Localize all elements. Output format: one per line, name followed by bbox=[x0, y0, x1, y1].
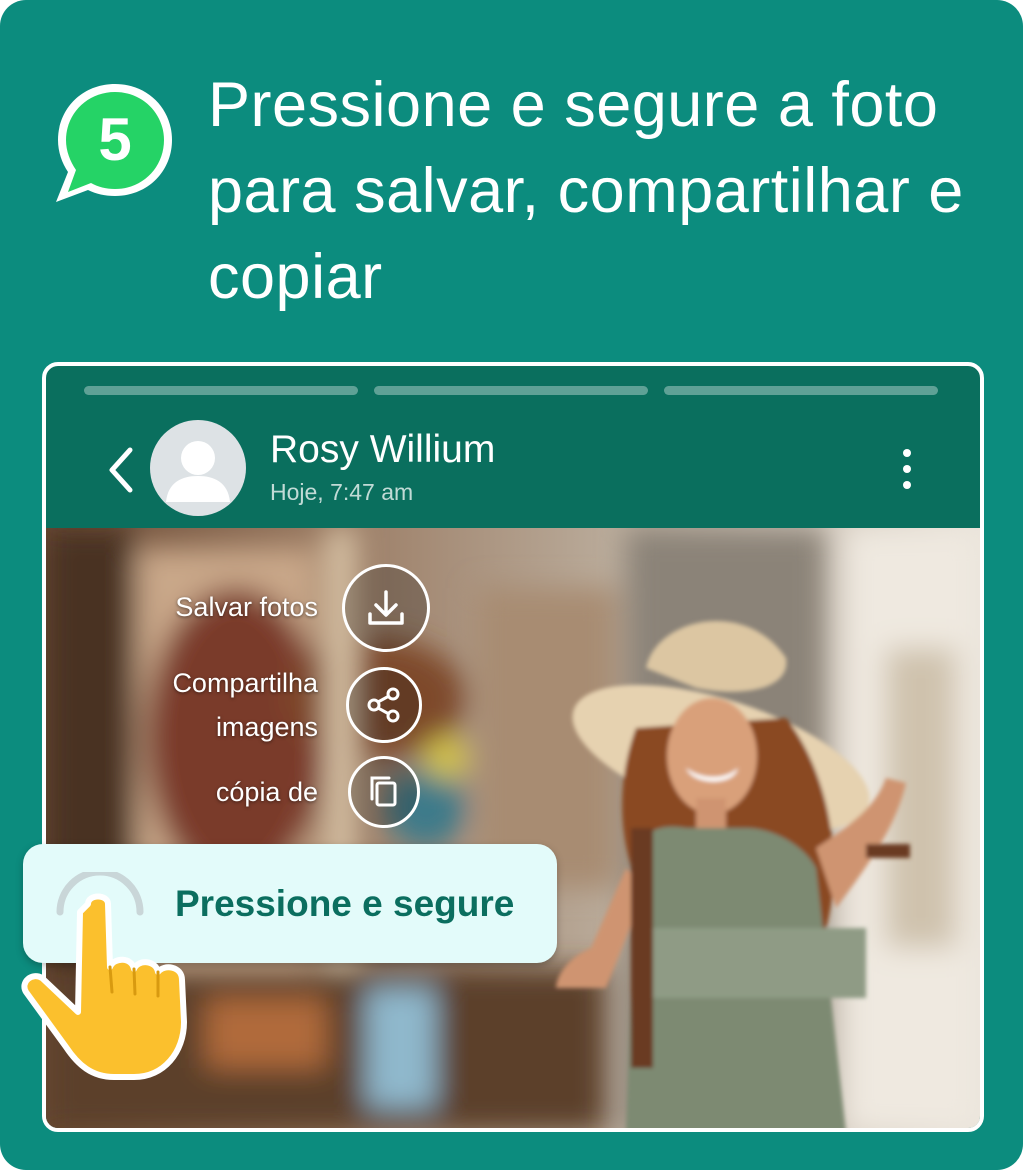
share-images-button[interactable] bbox=[346, 667, 422, 743]
contact-name: Rosy Willium bbox=[270, 428, 496, 471]
share-images-label: Compartilha imagens bbox=[172, 668, 318, 742]
save-photo-label: Salvar fotos bbox=[175, 592, 318, 622]
tutorial-card: 5 Pressione e segure a foto para salvar,… bbox=[0, 0, 1023, 1170]
more-options-icon[interactable] bbox=[892, 444, 922, 494]
copy-photo-button[interactable] bbox=[348, 756, 420, 828]
share-icon bbox=[367, 687, 400, 723]
status-progress-bar bbox=[374, 386, 648, 395]
step-headline: Pressione e segure a foto para salvar, c… bbox=[208, 70, 964, 312]
tooltip-text: Pressione e segure bbox=[175, 883, 515, 924]
status-progress-bar bbox=[664, 386, 938, 395]
status-timestamp: Hoje, 7:47 am bbox=[270, 479, 414, 505]
download-icon bbox=[368, 590, 404, 625]
copy-icon bbox=[370, 776, 397, 807]
copy-photo-label: cópia de bbox=[215, 777, 318, 807]
status-progress-bar bbox=[84, 386, 358, 395]
avatar[interactable] bbox=[150, 420, 246, 516]
step-number: 5 bbox=[98, 106, 132, 173]
back-arrow-icon[interactable] bbox=[104, 442, 138, 498]
pointing-hand-icon bbox=[18, 868, 208, 1087]
save-photo-button[interactable] bbox=[342, 564, 430, 652]
